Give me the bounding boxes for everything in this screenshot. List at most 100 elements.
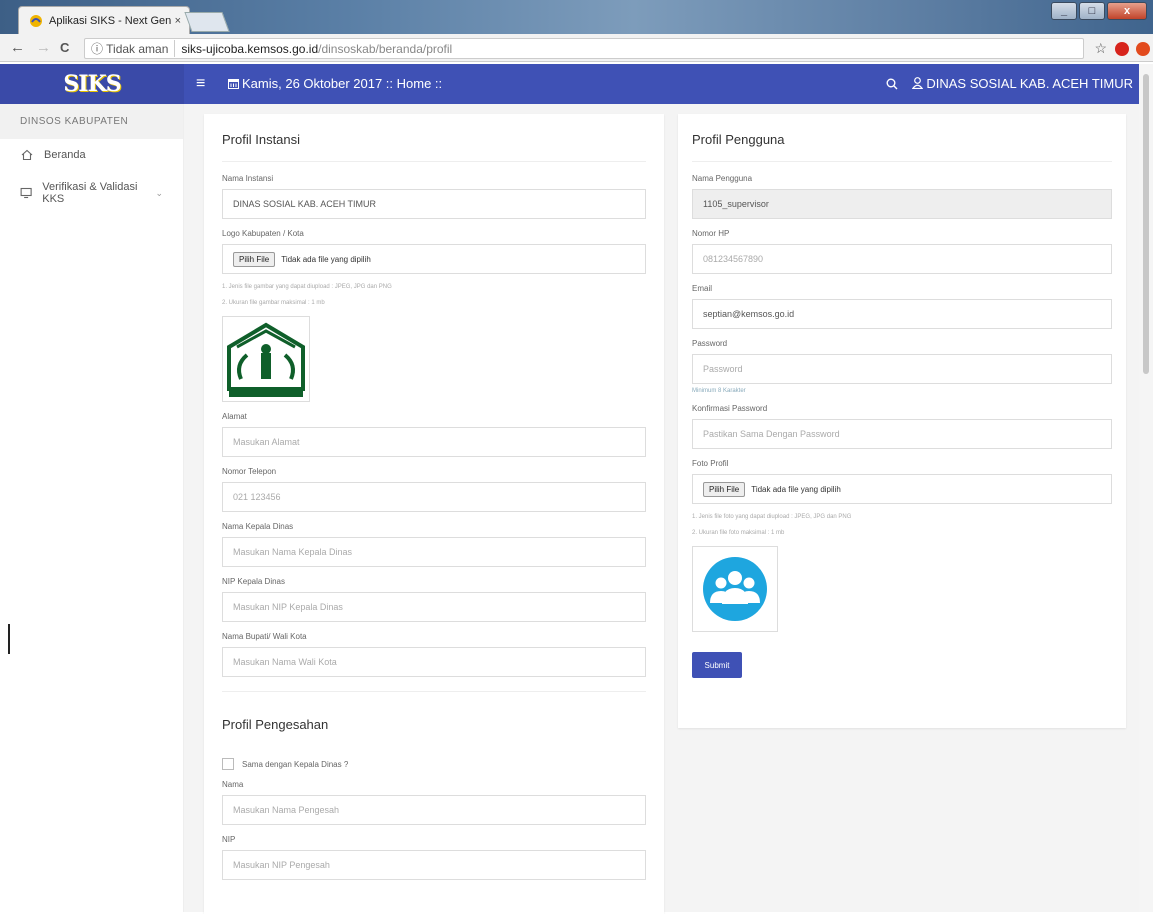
field-label: Nama: [222, 780, 244, 789]
field-label: Nomor Telepon: [222, 467, 277, 476]
adblock-extension-icon[interactable]: [1115, 42, 1129, 56]
menu-toggle-icon[interactable]: ≡: [196, 75, 205, 93]
profil-pengguna-card: Profil Pengguna Nama Pengguna 1105_super…: [678, 114, 1126, 728]
siks-logo: SIKS: [63, 71, 121, 97]
url-path: /dinsoskab/beranda/profil: [318, 41, 453, 56]
user-label: DINAS SOSIAL KAB. ACEH TIMUR: [926, 76, 1133, 91]
user-menu[interactable]: DINAS SOSIAL KAB. ACEH TIMUR: [911, 76, 1133, 91]
reload-icon[interactable]: C: [60, 40, 69, 55]
browser-titlebar: Aplikasi SIKS - Next Gen × _ □ x: [0, 0, 1153, 34]
home-icon: [21, 149, 33, 161]
checkbox-label: Sama dengan Kepala Dinas ?: [242, 759, 349, 769]
same-as-kepala-checkbox[interactable]: [222, 758, 234, 770]
upload-hint: 1. Jenis file foto yang dapat diupload :…: [692, 514, 852, 520]
bookmark-star-icon[interactable]: ☆: [1094, 40, 1107, 57]
field-label: Nama Kepala Dinas: [222, 522, 294, 531]
minimize-button[interactable]: _: [1051, 2, 1077, 20]
browser-tab[interactable]: Aplikasi SIKS - Next Gen ×: [18, 6, 190, 34]
security-label: Tidak aman: [106, 42, 169, 56]
browser-toolbar: ← → C ⓘ Tidak aman siks-ujicoba.kemsos.g…: [0, 34, 1153, 62]
alamat-input[interactable]: Masukan Alamat: [222, 427, 646, 457]
url-host: siks-ujicoba.kemsos.go.id: [181, 41, 319, 56]
field-label: Nomor HP: [692, 229, 730, 238]
header-actions: DINAS SOSIAL KAB. ACEH TIMUR: [886, 76, 1133, 91]
upload-hint: 2. Ukuran file foto maksimal : 1 mb: [692, 530, 785, 536]
field-label: Konfirmasi Password: [692, 404, 768, 413]
confirm-password-input[interactable]: Pastikan Sama Dengan Password: [692, 419, 1112, 449]
field-label: Nama Bupati/ Wali Kota: [222, 632, 307, 641]
section-title: Profil Pengesahan: [222, 717, 329, 732]
file-status: Tidak ada file yang dipilih: [281, 254, 371, 264]
field-label: Logo Kabupaten / Kota: [222, 229, 304, 238]
sidebar: DINSOS KABUPATEN Beranda Verifikasi & Va…: [0, 104, 184, 912]
field-label: Nama Instansi: [222, 174, 274, 183]
calendar-icon: [228, 79, 239, 89]
password-hint: Minimum 8 Karakter: [692, 388, 746, 394]
logo-area[interactable]: SIKS: [0, 64, 184, 104]
section-title: Profil Instansi: [222, 114, 646, 162]
section-divider: [222, 691, 646, 711]
user-group-avatar-icon: [703, 557, 767, 621]
text-cursor: [8, 624, 10, 654]
kepala-dinas-input[interactable]: Masukan Nama Kepala Dinas: [222, 537, 646, 567]
date-breadcrumb: Kamis, 26 Oktober 2017 :: Home ::: [228, 76, 442, 91]
sidebar-section-title: DINSOS KABUPATEN: [0, 104, 183, 139]
user-icon: [911, 77, 924, 90]
extension-icon[interactable]: [1136, 42, 1150, 56]
forward-icon[interactable]: →: [36, 39, 51, 56]
new-tab-button[interactable]: [184, 12, 230, 32]
field-label: Password: [692, 339, 728, 348]
file-status: Tidak ada file yang dipilih: [751, 484, 841, 494]
maximize-button[interactable]: □: [1079, 2, 1105, 20]
sidebar-item-label: Beranda: [44, 149, 86, 161]
choose-file-button[interactable]: Pilih File: [233, 251, 276, 267]
app-header: SIKS ≡ Kamis, 26 Oktober 2017 :: Home ::…: [0, 64, 1153, 104]
profile-photo: [692, 546, 778, 632]
monitor-icon: [20, 187, 32, 199]
field-label: Alamat: [222, 412, 247, 421]
nama-pengguna-input: 1105_supervisor: [692, 189, 1112, 219]
page-scrollbar[interactable]: [1139, 64, 1153, 912]
telepon-input[interactable]: 021 123456: [222, 482, 646, 512]
choose-file-button[interactable]: Pilih File: [703, 481, 746, 497]
security-indicator[interactable]: ⓘ Tidak aman: [91, 40, 176, 57]
field-label: NIP: [222, 835, 236, 844]
chevron-down-icon: ⌄: [155, 187, 163, 198]
profil-instansi-card: Profil Instansi Nama Instansi DINAS SOSI…: [204, 114, 664, 914]
email-input[interactable]: septian@kemsos.go.id: [692, 299, 1112, 329]
back-icon[interactable]: ←: [10, 39, 25, 56]
foto-file-input[interactable]: Pilih File Tidak ada file yang dipilih: [692, 474, 1112, 504]
siks-favicon-icon: [30, 14, 42, 27]
field-label: Nama Pengguna: [692, 174, 753, 183]
url-bar[interactable]: ⓘ Tidak aman siks-ujicoba.kemsos.go.id /…: [84, 38, 1084, 59]
logo-file-input[interactable]: Pilih File Tidak ada file yang dipilih: [222, 244, 646, 274]
same-as-kepala-checkbox-row[interactable]: Sama dengan Kepala Dinas ?: [222, 758, 646, 770]
nip-pengesah-input[interactable]: Masukan NIP Pengesah: [222, 850, 646, 880]
field-label: NIP Kepala Dinas: [222, 577, 285, 586]
sidebar-item-verifikasi[interactable]: Verifikasi & Validasi KKS ⌄: [0, 171, 183, 215]
info-icon: ⓘ: [91, 42, 104, 56]
upload-hint: 1. Jenis file gambar yang dapat diupload…: [222, 284, 392, 290]
section-title: Profil Pengguna: [692, 114, 1112, 162]
kabupaten-logo-image: [222, 316, 310, 402]
scrollbar-thumb[interactable]: [1143, 74, 1149, 374]
bupati-input[interactable]: Masukan Nama Wali Kota: [222, 647, 646, 677]
field-label: Foto Profil: [692, 459, 729, 468]
field-label: Email: [692, 284, 713, 293]
window-close-button[interactable]: x: [1107, 2, 1147, 20]
nomor-hp-input[interactable]: 081234567890: [692, 244, 1112, 274]
nip-kepala-input[interactable]: Masukan NIP Kepala Dinas: [222, 592, 646, 622]
tab-title: Aplikasi SIKS - Next Gen: [49, 14, 172, 27]
search-icon[interactable]: [886, 78, 898, 90]
nama-instansi-input[interactable]: DINAS SOSIAL KAB. ACEH TIMUR: [222, 189, 646, 219]
submit-button[interactable]: Submit: [692, 652, 742, 678]
upload-hint: 2. Ukuran file gambar maksimal : 1 mb: [222, 300, 325, 306]
sidebar-item-label: Verifikasi & Validasi KKS: [42, 181, 138, 205]
password-input[interactable]: Password: [692, 354, 1112, 384]
nama-pengesah-input[interactable]: Masukan Nama Pengesah: [222, 795, 646, 825]
tab-close-icon[interactable]: ×: [175, 15, 181, 27]
sidebar-item-beranda[interactable]: Beranda: [0, 139, 183, 171]
window-controls: _ □ x: [1051, 2, 1147, 20]
kabupaten-emblem-icon: [227, 322, 305, 397]
main-content: Profil Instansi Nama Instansi DINAS SOSI…: [184, 104, 1139, 914]
